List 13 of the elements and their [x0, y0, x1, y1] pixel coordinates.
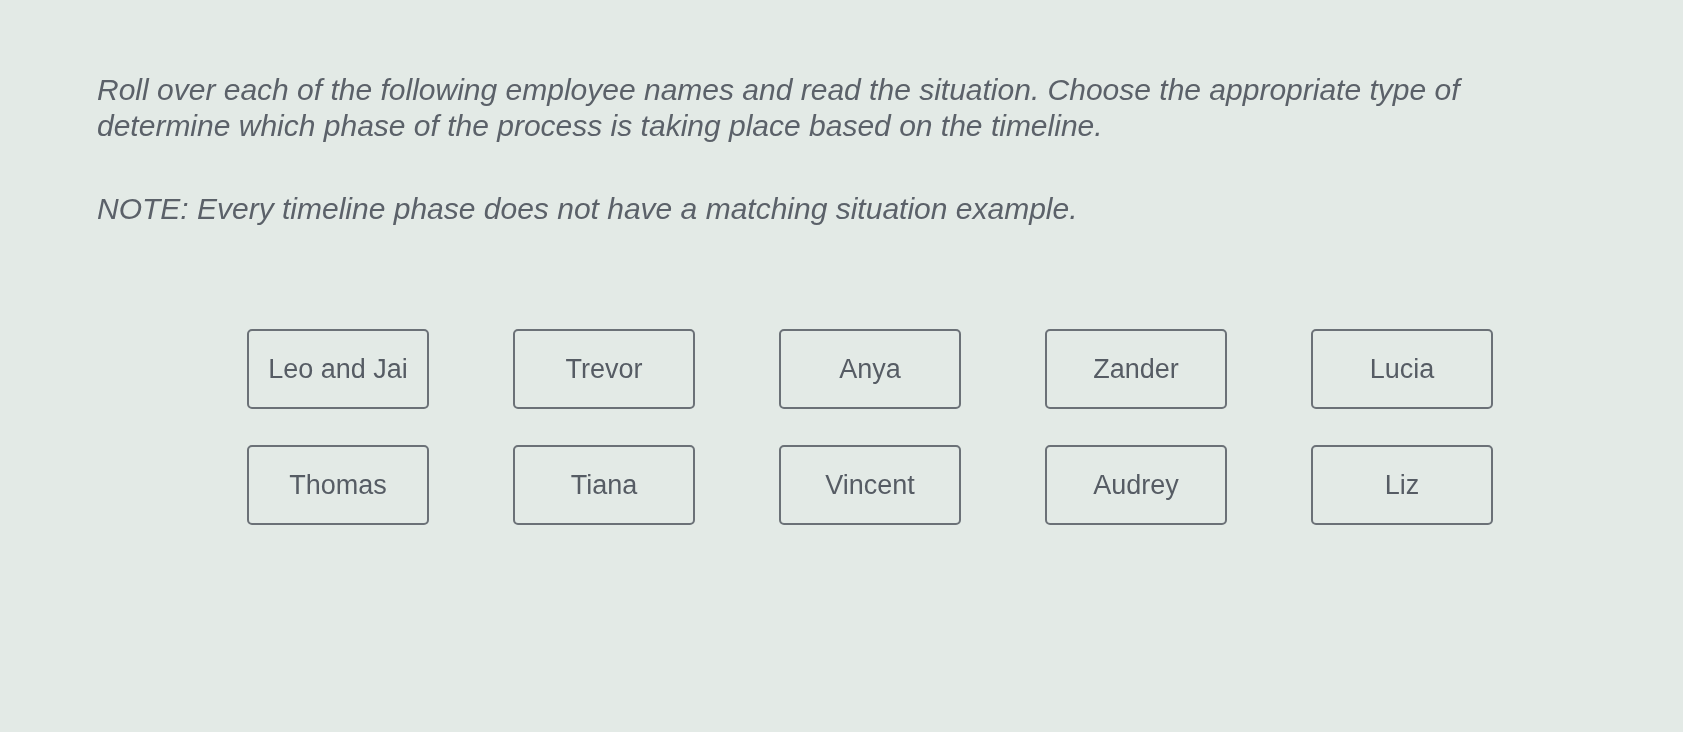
- employee-name-button[interactable]: Vincent: [779, 445, 961, 525]
- employee-name-button[interactable]: Anya: [779, 329, 961, 409]
- employee-name-button[interactable]: Thomas: [247, 445, 429, 525]
- employee-name-button[interactable]: Liz: [1311, 445, 1493, 525]
- employee-name-button[interactable]: Trevor: [513, 329, 695, 409]
- instruction-line: determine which phase of the process is taking place based on the timeline.: [97, 108, 1103, 144]
- employee-name-button[interactable]: Leo and Jai: [247, 329, 429, 409]
- employee-name-button[interactable]: Audrey: [1045, 445, 1227, 525]
- employee-name-button[interactable]: Tiana: [513, 445, 695, 525]
- employee-name-button[interactable]: Zander: [1045, 329, 1227, 409]
- note-text: NOTE: Every timeline phase does not have a matching situation example.: [97, 191, 1078, 227]
- employee-name-button[interactable]: Lucia: [1311, 329, 1493, 409]
- instruction-line: Roll over each of the following employee names and read the situation. Choose the appropriate type of: [97, 72, 1460, 108]
